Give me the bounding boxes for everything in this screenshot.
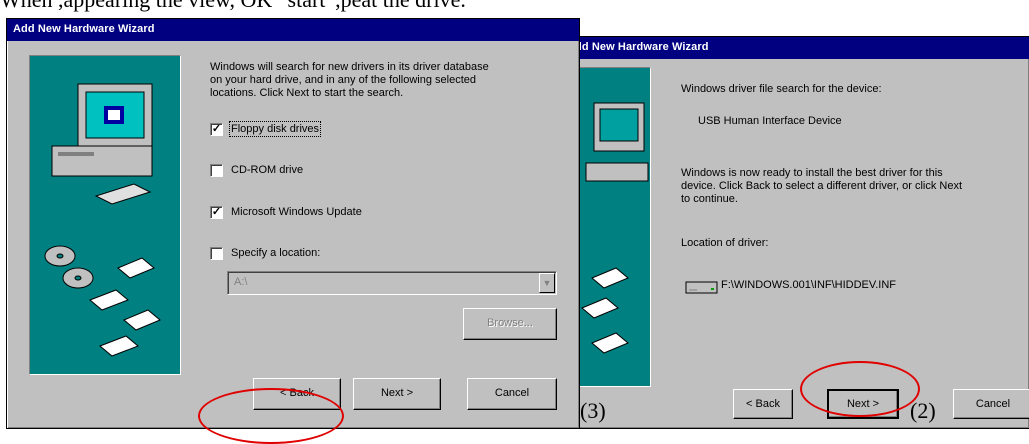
windows-update-label[interactable]: Microsoft Windows Update: [231, 206, 362, 218]
drive-icon: [685, 281, 718, 294]
driver-path: F:\WINDOWS.001\INF\HIDDEV.INF: [721, 279, 897, 291]
ready-line-2: device. Click Back to select a different…: [681, 180, 963, 192]
floppy-drives-label[interactable]: Floppy disk drives: [228, 121, 322, 137]
wizard-art-panel: [29, 55, 181, 375]
cdrom-drive-checkbox[interactable]: [210, 164, 223, 177]
windows-update-checkbox[interactable]: ✓: [210, 206, 223, 219]
caption-text: When ,appearing the view, OK “start”,pea…: [0, 0, 1029, 13]
floppy-drives-checkbox[interactable]: ✓: [210, 123, 223, 136]
step-label-3: (3): [580, 398, 606, 423]
ready-line-1: Windows is now ready to install the best…: [681, 167, 943, 179]
cancel-button[interactable]: Cancel: [467, 378, 557, 410]
back-button-highlight-ring: [198, 388, 344, 444]
next-button[interactable]: Next >: [353, 378, 441, 410]
browse-button[interactable]: Browse...: [463, 308, 557, 340]
ready-line-3: to continue.: [681, 193, 738, 205]
computer-illustration: [44, 83, 161, 357]
right-window-title: Add New Hardware Wizard: [567, 41, 709, 53]
location-value: A:\: [234, 276, 248, 288]
add-new-hardware-window: Add New Hardware Wizard Windows will sea…: [6, 18, 580, 429]
computer-illustration: [581, 102, 649, 354]
step-label-2: (2): [910, 398, 936, 423]
intro-line-1: Windows will search for new drivers in i…: [210, 61, 489, 73]
cancel-button[interactable]: Cancel: [953, 389, 1029, 419]
location-combo[interactable]: A:\ ▼: [227, 271, 557, 295]
specify-location-checkbox[interactable]: [210, 247, 223, 260]
intro-line-3: locations. Click Next to start the searc…: [210, 87, 404, 99]
intro-line-2: on your hard drive, and in any of the fo…: [210, 74, 476, 86]
cdrom-drive-label[interactable]: CD-ROM drive: [231, 164, 303, 176]
driver-file-search-window: Add New Hardware Wizard Windows driver f…: [560, 36, 1029, 429]
dropdown-arrow-icon[interactable]: ▼: [539, 273, 555, 293]
back-button[interactable]: < Back: [733, 389, 793, 419]
right-window-title-bar: Add New Hardware Wizard: [561, 37, 1029, 59]
left-window-title: Add New Hardware Wizard: [13, 23, 155, 35]
location-label: Location of driver:: [681, 237, 769, 249]
specify-location-label[interactable]: Specify a location:: [231, 247, 320, 259]
device-name: USB Human Interface Device: [698, 115, 842, 127]
wizard-art-panel: [571, 67, 651, 387]
search-label: Windows driver file search for the devic…: [681, 83, 882, 95]
next-button-highlight-ring: [800, 361, 920, 417]
left-window-title-bar: Add New Hardware Wizard: [7, 19, 579, 41]
